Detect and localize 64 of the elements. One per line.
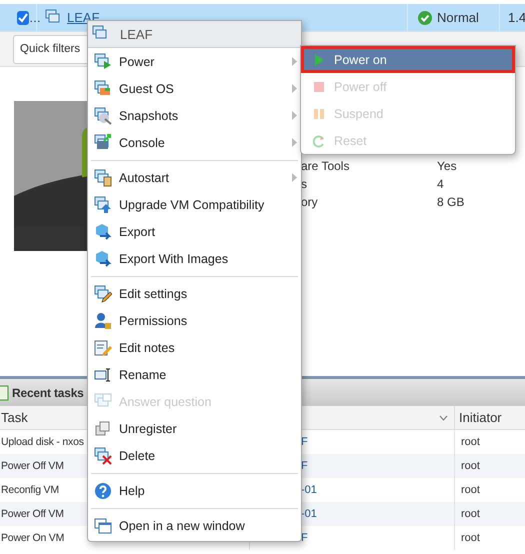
initiator-column-header[interactable]: Initiator <box>459 410 502 425</box>
task-cell: Reconfig VM <box>1 484 59 496</box>
console-icon <box>94 134 112 152</box>
menu-item[interactable]: Edit notes <box>88 334 301 361</box>
menu-item[interactable]: Snapshots <box>88 102 301 129</box>
menu-item[interactable]: Delete <box>88 442 301 469</box>
note-pencil-icon <box>94 338 112 356</box>
recent-tasks-title: Recent tasks <box>12 386 84 400</box>
vm-list-icon <box>94 168 112 186</box>
menu-item[interactable]: Export <box>88 218 301 245</box>
pencil-icon <box>94 284 112 302</box>
property-value: 8 GB <box>437 195 466 211</box>
task-cell: Power Off VM <box>1 460 64 472</box>
target-link[interactable]: F <box>301 460 308 472</box>
property-label: are Tools <box>301 159 350 175</box>
play-icon <box>313 52 325 66</box>
status-text: Normal <box>437 10 479 25</box>
menu-item[interactable]: Rename <box>88 361 301 388</box>
pause-icon <box>313 106 325 120</box>
menu-item[interactable]: Permissions <box>88 307 301 334</box>
stop-icon <box>313 80 325 94</box>
property-label: ory <box>301 195 319 211</box>
chevron-down-icon[interactable] <box>439 414 448 420</box>
target-link[interactable]: F <box>301 436 308 448</box>
initiator-cell: root <box>461 460 480 472</box>
menu-item[interactable]: Guest OS <box>88 75 301 102</box>
menu-item[interactable]: Edit settings <box>88 280 301 307</box>
property-value: Yes <box>437 159 458 175</box>
truncated-cell: … <box>29 10 41 24</box>
monitor-icon <box>94 80 112 98</box>
task-cell: Power On VM <box>1 532 64 544</box>
reset-icon <box>313 134 325 148</box>
initiator-cell: root <box>461 484 480 496</box>
menu-item[interactable]: Autostart <box>88 164 301 191</box>
vm-play-icon <box>94 52 112 70</box>
initiator-cell: root <box>461 436 480 448</box>
cube-arrow-icon <box>94 250 112 268</box>
target-link[interactable]: -01 <box>301 484 317 496</box>
menu-item[interactable]: Upgrade VM Compatibility <box>88 191 301 218</box>
menu-item[interactable]: Open in a new window <box>88 512 301 539</box>
property-value: 4 <box>437 177 445 193</box>
initiator-cell: root <box>461 532 480 544</box>
task-cell: Upload disk - nxos <box>1 436 84 448</box>
delete-icon <box>94 446 112 464</box>
check-circle-icon <box>418 10 432 24</box>
windows-icon <box>94 516 112 534</box>
menu-item[interactable]: Unregister <box>88 415 301 442</box>
up-arrow-icon <box>94 196 112 214</box>
squares-icon <box>94 420 112 438</box>
target-link[interactable]: -01 <box>301 508 317 520</box>
initiator-cell: root <box>461 508 480 520</box>
user-lock-icon <box>94 312 112 330</box>
task-column-header[interactable]: Task <box>1 410 28 425</box>
text-cursor-icon <box>94 366 112 384</box>
menu-item[interactable]: Export With Images <box>88 245 301 272</box>
disk-wrench-icon <box>94 106 112 124</box>
target-link[interactable]: F <box>301 532 308 544</box>
submenu-item[interactable]: Power on <box>301 46 515 73</box>
help-icon <box>94 482 112 500</box>
menu-item[interactable]: Help <box>88 477 301 504</box>
checkbox[interactable] <box>17 10 29 24</box>
menu-item[interactable]: Console <box>88 129 301 156</box>
task-cell: Power Off VM <box>1 508 64 520</box>
cube-arrow-icon <box>94 222 112 240</box>
